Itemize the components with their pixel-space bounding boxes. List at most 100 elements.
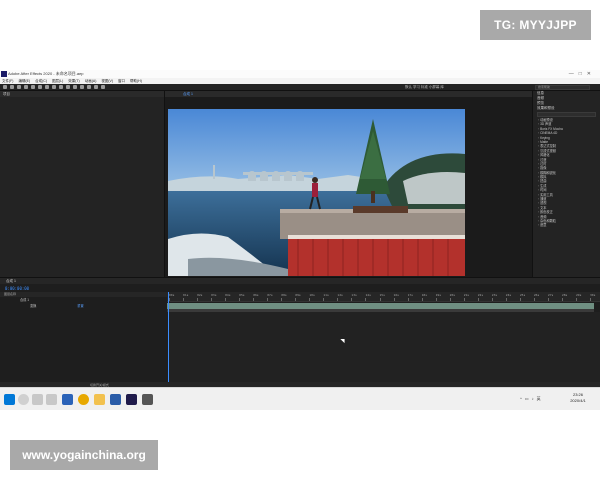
layer-row[interactable]: 合成 1: [0, 298, 167, 303]
store-icon[interactable]: [110, 394, 121, 405]
expand-arrow-icon[interactable]: ›: [538, 153, 539, 157]
expand-arrow-icon[interactable]: ›: [538, 171, 539, 175]
menu-view[interactable]: 视图(V): [101, 79, 113, 83]
effects-search-input[interactable]: [537, 112, 596, 117]
transform-label: 变换: [30, 304, 37, 308]
time-ruler[interactable]: 00s 01s 02s 03s 04s 05s 06s 07s 08s 09s 10s 11s 12s 1…: [167, 292, 600, 302]
expand-arrow-icon[interactable]: ›: [538, 223, 539, 227]
brush-tool-icon[interactable]: [73, 85, 77, 89]
ruler-tick: [351, 298, 353, 301]
project-tab[interactable]: 项目: [0, 91, 164, 97]
effects-category-label: 音频: [540, 214, 547, 219]
hand-tool-icon[interactable]: [17, 85, 21, 89]
current-timecode[interactable]: 0:00:00:00: [5, 286, 29, 291]
shape-tool-icon[interactable]: [52, 85, 56, 89]
effects-presets-tab[interactable]: 效果和预设: [533, 106, 600, 111]
zoom-tool-icon[interactable]: [24, 85, 28, 89]
menu-layer[interactable]: 图层(L): [52, 79, 63, 83]
window-controls[interactable]: —□✕: [569, 70, 596, 78]
effects-category-item[interactable]: ›遮罩: [533, 223, 600, 227]
clone-stamp-tool-icon[interactable]: [80, 85, 84, 89]
effects-category-label: 通道: [540, 197, 547, 202]
menu-animation[interactable]: 动画(A): [85, 79, 97, 83]
ruler-tick-label: 17s: [407, 293, 413, 297]
browser-icon[interactable]: [78, 394, 89, 405]
expand-arrow-icon[interactable]: ›: [538, 158, 539, 162]
expand-arrow-icon[interactable]: ›: [538, 219, 539, 223]
expand-arrow-icon[interactable]: ›: [538, 215, 539, 219]
expand-arrow-icon[interactable]: ›: [538, 210, 539, 214]
task-view-icon[interactable]: [32, 394, 43, 405]
pan-behind-tool-icon[interactable]: [45, 85, 49, 89]
expand-arrow-icon[interactable]: ›: [538, 201, 539, 205]
roto-brush-tool-icon[interactable]: [94, 85, 98, 89]
security-shield-icon[interactable]: [62, 394, 73, 405]
after-effects-taskbar-icon[interactable]: [126, 394, 137, 405]
menu-file[interactable]: 文件(F): [2, 79, 13, 83]
menu-help[interactable]: 帮助(H): [130, 79, 142, 83]
settings-icon[interactable]: [142, 394, 153, 405]
taskbar-clock[interactable]: 23:26 2020/4/1: [560, 392, 596, 404]
system-tray-icons[interactable]: ^▭♪英: [520, 396, 544, 402]
rotate-tool-icon[interactable]: [31, 85, 35, 89]
search-icon[interactable]: [18, 394, 29, 405]
ruler-tick: [547, 298, 549, 301]
taskbar-app-icon[interactable]: [46, 394, 57, 405]
type-tool-icon[interactable]: [66, 85, 70, 89]
expand-arrow-icon[interactable]: ›: [538, 136, 539, 140]
eraser-tool-icon[interactable]: [87, 85, 91, 89]
composition-tab[interactable]: 合成 1: [183, 92, 193, 96]
expand-arrow-icon[interactable]: ›: [538, 175, 539, 179]
pen-tool-icon[interactable]: [59, 85, 63, 89]
workspace-switcher[interactable]: 默认 学习 标准 小屏幕 库: [405, 85, 444, 90]
menu-edit[interactable]: 编辑(E): [18, 79, 30, 83]
expand-arrow-icon[interactable]: ›: [538, 118, 539, 122]
expand-arrow-icon[interactable]: ›: [538, 127, 539, 131]
title-bar: Adobe After Effects 2020 - 未命名项目.aep —□✕: [0, 70, 600, 78]
transform-row[interactable]: 变换 重置: [0, 304, 167, 309]
ruler-tick: [393, 298, 395, 301]
ruler-tick: [561, 298, 563, 301]
ruler-tick: [337, 298, 339, 301]
ruler-tick: [295, 298, 297, 301]
expand-arrow-icon[interactable]: ›: [538, 149, 539, 153]
expand-arrow-icon[interactable]: ›: [538, 162, 539, 166]
ruler-tick: [239, 298, 241, 301]
effects-category-label: 沉浸式视频: [540, 148, 556, 153]
menu-window[interactable]: 窗口: [118, 79, 125, 83]
expand-arrow-icon[interactable]: ›: [538, 179, 539, 183]
file-explorer-icon[interactable]: [94, 394, 105, 405]
selection-tool-icon[interactable]: [10, 85, 14, 89]
timeline-work-area[interactable]: [168, 312, 600, 388]
expand-arrow-icon[interactable]: ›: [538, 188, 539, 192]
menu-effect[interactable]: 效果(T): [68, 79, 79, 83]
expand-arrow-icon[interactable]: ›: [538, 206, 539, 210]
app-window: Adobe After Effects 2020 - 未命名项目.aep —□✕…: [0, 70, 600, 410]
composition-frame[interactable]: [168, 109, 465, 276]
transform-reset-link[interactable]: 重置: [77, 304, 83, 308]
ruler-tick-label: 12s: [337, 293, 343, 297]
home-icon[interactable]: [3, 85, 7, 89]
expand-arrow-icon[interactable]: ›: [538, 140, 539, 144]
expand-arrow-icon[interactable]: ›: [538, 197, 539, 201]
ae-app-icon: [1, 71, 7, 77]
expand-arrow-icon[interactable]: ›: [538, 122, 539, 126]
ruler-tick: [225, 298, 227, 301]
watermark-top: TG: MYYJJPP: [480, 10, 591, 40]
expand-arrow-icon[interactable]: ›: [538, 166, 539, 170]
playhead[interactable]: [168, 292, 169, 392]
camera-tool-icon[interactable]: [38, 85, 42, 89]
ruler-tick: [533, 298, 535, 301]
ruler-tick-label: 04s: [225, 293, 231, 297]
effects-category-label: 动画预设: [540, 118, 553, 122]
expand-arrow-icon[interactable]: ›: [538, 144, 539, 148]
help-search-input[interactable]: 搜索帮助: [535, 85, 590, 90]
expand-arrow-icon[interactable]: ›: [538, 131, 539, 135]
expand-arrow-icon[interactable]: ›: [538, 184, 539, 188]
menu-composition[interactable]: 合成(C): [35, 79, 47, 83]
timeline-tab[interactable]: 合成 1: [0, 278, 600, 284]
expand-arrow-icon[interactable]: ›: [538, 193, 539, 197]
puppet-tool-icon[interactable]: [101, 85, 105, 89]
windows-start-icon[interactable]: [4, 394, 15, 405]
effects-category-label: 生成: [540, 183, 547, 188]
